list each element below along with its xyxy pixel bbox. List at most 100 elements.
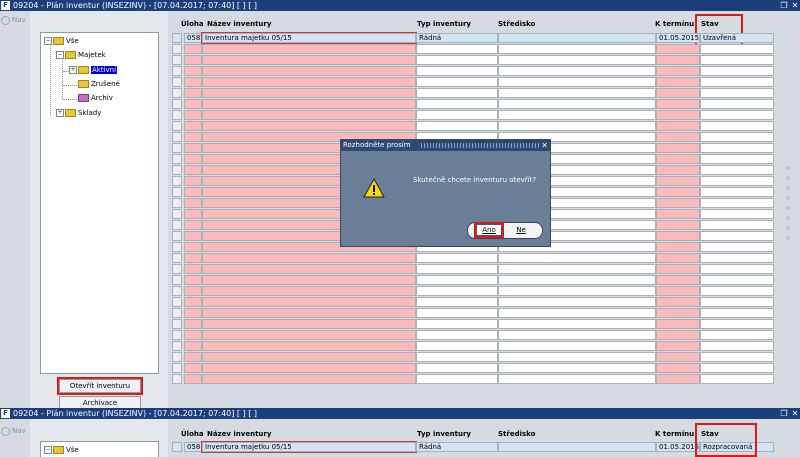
empty-cell[interactable] — [700, 286, 774, 296]
empty-cell[interactable] — [498, 253, 656, 263]
nav-toggle[interactable]: Nav — [0, 425, 30, 437]
row-indicator[interactable] — [172, 33, 182, 43]
empty-cell[interactable] — [184, 341, 202, 351]
dialog-close-icon[interactable]: ✕ — [541, 140, 548, 151]
empty-cell[interactable] — [498, 330, 656, 340]
empty-cell[interactable] — [498, 275, 656, 285]
empty-cell[interactable] — [656, 143, 700, 153]
empty-cell[interactable] — [416, 330, 498, 340]
empty-cell[interactable] — [202, 308, 416, 318]
empty-cell[interactable] — [656, 66, 700, 76]
empty-cell[interactable] — [172, 66, 182, 76]
col-header-nazev[interactable]: Název inventury — [207, 19, 271, 29]
cell-stredisko[interactable] — [498, 33, 656, 43]
empty-cell[interactable] — [416, 374, 498, 384]
empty-cell[interactable] — [172, 264, 182, 274]
empty-cell[interactable] — [416, 286, 498, 296]
collapse-icon[interactable]: − — [56, 51, 64, 59]
empty-cell[interactable] — [202, 66, 416, 76]
empty-cell[interactable] — [498, 341, 656, 351]
empty-cell[interactable] — [172, 330, 182, 340]
empty-cell[interactable] — [172, 231, 182, 241]
empty-cell[interactable] — [700, 264, 774, 274]
empty-cell[interactable] — [700, 330, 774, 340]
empty-cell[interactable] — [416, 99, 498, 109]
yes-button[interactable]: Ano — [474, 222, 504, 238]
empty-cell[interactable] — [656, 165, 700, 175]
empty-cell[interactable] — [498, 319, 656, 329]
empty-cell[interactable] — [202, 319, 416, 329]
empty-cell[interactable] — [416, 297, 498, 307]
close-icon[interactable]: ✕ — [790, 408, 800, 419]
empty-cell[interactable] — [700, 319, 774, 329]
empty-cell[interactable] — [498, 66, 656, 76]
empty-cell[interactable] — [184, 220, 202, 230]
row-indicator[interactable] — [172, 442, 182, 452]
col-header-k-terminu[interactable]: K termínu — [655, 429, 694, 439]
empty-cell[interactable] — [656, 374, 700, 384]
empty-cell[interactable] — [172, 187, 182, 197]
empty-cell[interactable] — [172, 297, 182, 307]
empty-cell[interactable] — [656, 319, 700, 329]
empty-cell[interactable] — [700, 231, 774, 241]
empty-cell[interactable] — [184, 44, 202, 54]
empty-cell[interactable] — [172, 165, 182, 175]
empty-cell[interactable] — [656, 110, 700, 120]
empty-cell[interactable] — [184, 143, 202, 153]
empty-cell[interactable] — [184, 231, 202, 241]
empty-cell[interactable] — [202, 286, 416, 296]
empty-cell[interactable] — [656, 77, 700, 87]
empty-cell[interactable] — [416, 264, 498, 274]
cell-uloha[interactable]: 058 — [184, 442, 202, 452]
empty-cell[interactable] — [700, 341, 774, 351]
empty-cell[interactable] — [656, 275, 700, 285]
empty-cell[interactable] — [498, 88, 656, 98]
empty-cell[interactable] — [172, 55, 182, 65]
empty-cell[interactable] — [172, 363, 182, 373]
empty-cell[interactable] — [498, 77, 656, 87]
empty-cell[interactable] — [202, 253, 416, 263]
empty-cell[interactable] — [656, 352, 700, 362]
empty-cell[interactable] — [172, 77, 182, 87]
tree-node-aktivni[interactable]: + Aktivní — [69, 65, 118, 75]
empty-cell[interactable] — [656, 187, 700, 197]
empty-cell[interactable] — [416, 363, 498, 373]
empty-cell[interactable] — [700, 275, 774, 285]
empty-cell[interactable] — [656, 297, 700, 307]
empty-cell[interactable] — [416, 55, 498, 65]
empty-cell[interactable] — [184, 308, 202, 318]
empty-cell[interactable] — [184, 55, 202, 65]
empty-cell[interactable] — [416, 253, 498, 263]
no-button[interactable]: Ne — [510, 225, 532, 235]
empty-cell[interactable] — [498, 363, 656, 373]
close-icon[interactable]: ✕ — [790, 0, 800, 11]
empty-cell[interactable] — [172, 286, 182, 296]
empty-cell[interactable] — [656, 264, 700, 274]
empty-cell[interactable] — [202, 352, 416, 362]
empty-cell[interactable] — [416, 44, 498, 54]
empty-cell[interactable] — [172, 121, 182, 131]
empty-cell[interactable] — [700, 99, 774, 109]
empty-cell[interactable] — [184, 88, 202, 98]
cell-nazev[interactable]: Inventura majetku 05/15 — [201, 32, 417, 44]
nav-toggle[interactable]: Nav — [0, 14, 30, 26]
empty-cell[interactable] — [498, 44, 656, 54]
tree-node-vse[interactable]: − Vše — [44, 36, 79, 46]
empty-cell[interactable] — [172, 275, 182, 285]
empty-cell[interactable] — [656, 341, 700, 351]
empty-cell[interactable] — [172, 242, 182, 252]
empty-cell[interactable] — [184, 297, 202, 307]
empty-cell[interactable] — [172, 88, 182, 98]
empty-cell[interactable] — [700, 308, 774, 318]
empty-cell[interactable] — [498, 297, 656, 307]
cell-typ[interactable]: Řádná — [416, 442, 498, 452]
empty-cell[interactable] — [202, 297, 416, 307]
empty-cell[interactable] — [172, 308, 182, 318]
archive-button[interactable]: Archivace — [59, 396, 141, 408]
empty-cell[interactable] — [172, 253, 182, 263]
empty-cell[interactable] — [700, 165, 774, 175]
empty-cell[interactable] — [656, 363, 700, 373]
empty-cell[interactable] — [184, 242, 202, 252]
empty-cell[interactable] — [184, 154, 202, 164]
tree-node-archiv[interactable]: Archiv — [78, 93, 113, 103]
